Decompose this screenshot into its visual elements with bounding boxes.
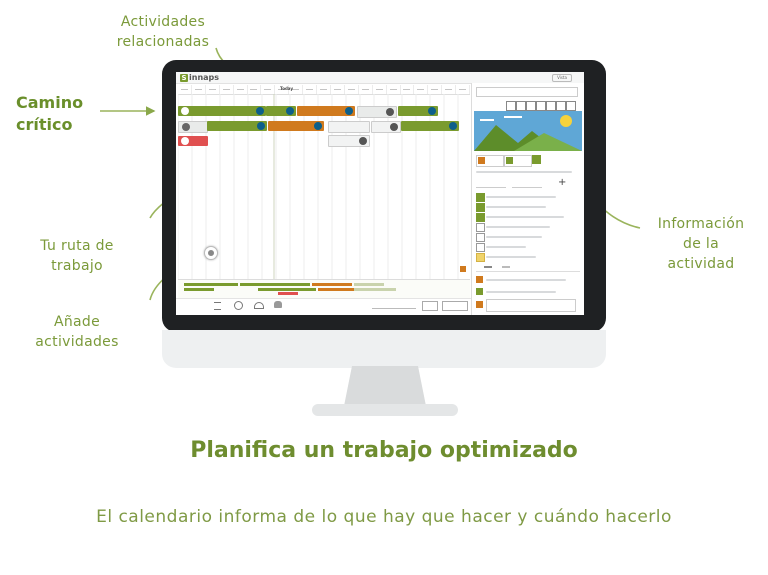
arrow-icon[interactable] bbox=[428, 107, 436, 115]
edit-icon[interactable] bbox=[556, 101, 566, 111]
task-bar[interactable] bbox=[357, 106, 397, 118]
checklist-checkbox[interactable] bbox=[476, 213, 485, 222]
checklist-checkbox[interactable] bbox=[476, 243, 485, 252]
timeline-day bbox=[192, 85, 206, 94]
task-bar[interactable] bbox=[297, 106, 355, 116]
timeline-day bbox=[303, 85, 318, 94]
comment-item bbox=[476, 287, 576, 297]
arrow-icon[interactable] bbox=[314, 122, 322, 130]
arrow-icon[interactable] bbox=[359, 137, 367, 145]
today-button[interactable] bbox=[442, 301, 468, 311]
tab-1[interactable] bbox=[484, 266, 492, 268]
edit-icon[interactable] bbox=[506, 101, 516, 111]
people-icon[interactable] bbox=[274, 301, 282, 308]
today-label: Today bbox=[280, 86, 293, 91]
timeline-day bbox=[428, 85, 443, 94]
view-selector[interactable] bbox=[422, 301, 438, 311]
checklist-checkbox[interactable] bbox=[476, 193, 485, 202]
page-title: Planifica un trabajo optimizado bbox=[190, 438, 578, 463]
arrow-icon[interactable] bbox=[256, 107, 264, 115]
task-bar[interactable] bbox=[178, 121, 208, 133]
timeline-day bbox=[178, 85, 192, 94]
header-button[interactable]: Vista bbox=[552, 74, 572, 82]
timeline-day bbox=[206, 85, 220, 94]
overview-minimap[interactable] bbox=[178, 279, 470, 298]
logo-text: innaps bbox=[189, 73, 220, 82]
activity-image[interactable] bbox=[474, 111, 582, 151]
edit-icon[interactable] bbox=[526, 101, 536, 111]
assignee-chip[interactable] bbox=[504, 155, 532, 167]
checklist-checkbox[interactable] bbox=[476, 253, 485, 262]
app-screen: S innaps Vista Today + bbox=[176, 72, 584, 315]
task-bar[interactable] bbox=[178, 136, 208, 146]
timeline-day bbox=[373, 85, 387, 94]
assignee-chip[interactable] bbox=[476, 155, 504, 167]
timeline-day bbox=[331, 85, 345, 94]
add-activity-button[interactable] bbox=[204, 246, 218, 260]
date-range-control[interactable] bbox=[372, 302, 416, 309]
timeline-day bbox=[456, 85, 471, 94]
timeline-day bbox=[234, 85, 248, 94]
add-node-icon[interactable] bbox=[181, 137, 189, 145]
task-bar[interactable] bbox=[268, 121, 324, 131]
clock-icon[interactable] bbox=[234, 301, 243, 310]
arrow-icon[interactable] bbox=[386, 108, 394, 116]
timeline-day bbox=[345, 85, 359, 94]
logo-mark: S bbox=[180, 73, 188, 82]
activity-panel: + bbox=[472, 83, 584, 315]
comment-item bbox=[476, 275, 576, 285]
gauge-icon[interactable] bbox=[254, 302, 264, 309]
task-bar[interactable] bbox=[398, 106, 438, 116]
task-bar[interactable] bbox=[328, 121, 370, 133]
timeline-day bbox=[387, 85, 401, 94]
app-logo[interactable]: S innaps bbox=[180, 73, 219, 82]
panel-tabs bbox=[476, 265, 580, 272]
edit-icon[interactable] bbox=[536, 101, 546, 111]
task-bar[interactable] bbox=[371, 121, 401, 133]
timeline-day bbox=[248, 85, 262, 94]
task-bar[interactable] bbox=[328, 135, 370, 147]
arrow-icon[interactable] bbox=[257, 122, 265, 130]
checklist-checkbox[interactable] bbox=[476, 203, 485, 212]
arrow-icon[interactable] bbox=[286, 107, 294, 115]
timeline-day bbox=[317, 85, 331, 94]
add-assignee-button[interactable] bbox=[532, 155, 541, 164]
end-date-field[interactable] bbox=[512, 179, 542, 188]
edit-icon[interactable] bbox=[546, 101, 556, 111]
task-bar[interactable] bbox=[178, 106, 266, 116]
task-bar[interactable] bbox=[401, 121, 459, 131]
panel-search[interactable] bbox=[476, 87, 578, 97]
timeline-day bbox=[414, 85, 429, 94]
monitor-chin bbox=[162, 330, 606, 368]
add-icon[interactable]: + bbox=[558, 178, 566, 188]
edit-icon[interactable] bbox=[566, 101, 576, 111]
add-node-icon[interactable] bbox=[182, 123, 190, 131]
timeline-day bbox=[261, 85, 276, 94]
zoom-control[interactable] bbox=[460, 266, 466, 272]
timeline-day bbox=[401, 85, 415, 94]
task-bar[interactable] bbox=[266, 106, 296, 116]
checklist-checkbox[interactable] bbox=[476, 223, 485, 232]
task-bar[interactable] bbox=[207, 121, 267, 131]
arrow-icon[interactable] bbox=[449, 122, 457, 130]
page-subtitle: El calendario informa de lo que hay que … bbox=[96, 507, 672, 527]
timeline-day bbox=[359, 85, 373, 94]
add-node-icon[interactable] bbox=[181, 107, 189, 115]
comment-input[interactable] bbox=[476, 299, 576, 312]
bottom-toolbar bbox=[176, 298, 472, 313]
list-icon[interactable] bbox=[214, 302, 221, 310]
edit-icon[interactable] bbox=[516, 101, 526, 111]
start-date-field[interactable] bbox=[476, 179, 506, 188]
checklist-checkbox[interactable] bbox=[476, 233, 485, 242]
arrow-icon[interactable] bbox=[390, 123, 398, 131]
arrow-icon[interactable] bbox=[345, 107, 353, 115]
timeline-day bbox=[442, 85, 457, 94]
timeline-day bbox=[220, 85, 234, 94]
monitor-stand bbox=[312, 366, 458, 416]
tab-2[interactable] bbox=[502, 266, 510, 268]
